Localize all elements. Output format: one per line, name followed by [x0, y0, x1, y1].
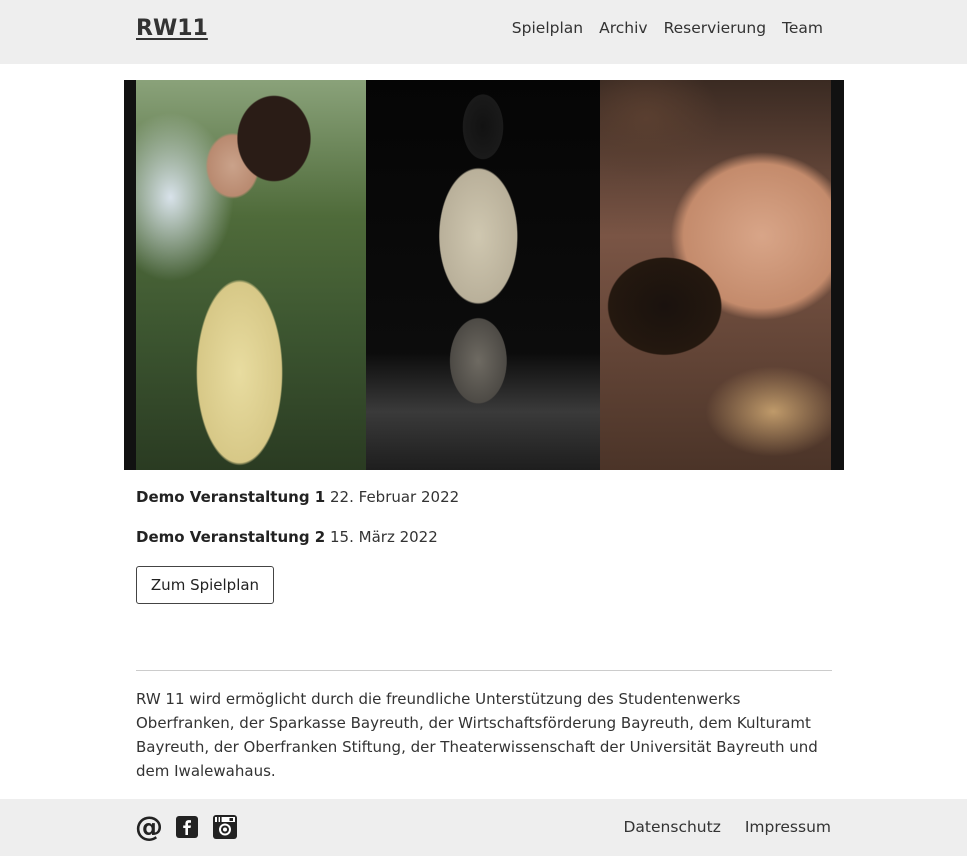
event-list: Demo Veranstaltung 1 22. Februar 2022 De…: [136, 487, 459, 567]
brand-logo-link[interactable]: RW11: [136, 16, 208, 41]
social-icons: @: [135, 813, 238, 841]
nav-archiv[interactable]: Archiv: [599, 19, 647, 37]
hero-photo-woman-apple: [136, 80, 366, 470]
hero-photo-man-jacket: [366, 80, 600, 470]
event-item[interactable]: Demo Veranstaltung 2 15. März 2022: [136, 527, 459, 567]
zum-spielplan-button[interactable]: Zum Spielplan: [136, 566, 274, 604]
event-item[interactable]: Demo Veranstaltung 1 22. Februar 2022: [136, 487, 459, 527]
divider: [136, 670, 832, 671]
hero-photo-embrace: [600, 80, 831, 470]
footer-link-impressum[interactable]: Impressum: [745, 818, 831, 836]
event-date: 22. Februar 2022: [330, 488, 460, 506]
event-title: Demo Veranstaltung 2: [136, 528, 326, 546]
event-title: Demo Veranstaltung 1: [136, 488, 326, 506]
navbar: RW11 Spielplan Archiv Reservierung Team: [0, 0, 967, 64]
main-nav: Spielplan Archiv Reservierung Team: [512, 19, 823, 37]
sponsor-text: RW 11 wird ermöglicht durch die freundli…: [136, 690, 818, 780]
facebook-icon[interactable]: [174, 814, 200, 840]
event-date: 15. März 2022: [330, 528, 438, 546]
instagram-icon[interactable]: [212, 814, 238, 840]
nav-spielplan[interactable]: Spielplan: [512, 19, 583, 37]
footer-links: Datenschutz Impressum: [624, 818, 832, 836]
email-icon[interactable]: @: [135, 813, 163, 841]
hero-image-banner: [124, 80, 844, 470]
nav-team[interactable]: Team: [782, 19, 823, 37]
footer: @ Datenschutz Impressum: [0, 799, 967, 856]
nav-reservierung[interactable]: Reservierung: [664, 19, 766, 37]
footer-link-datenschutz[interactable]: Datenschutz: [624, 818, 721, 836]
